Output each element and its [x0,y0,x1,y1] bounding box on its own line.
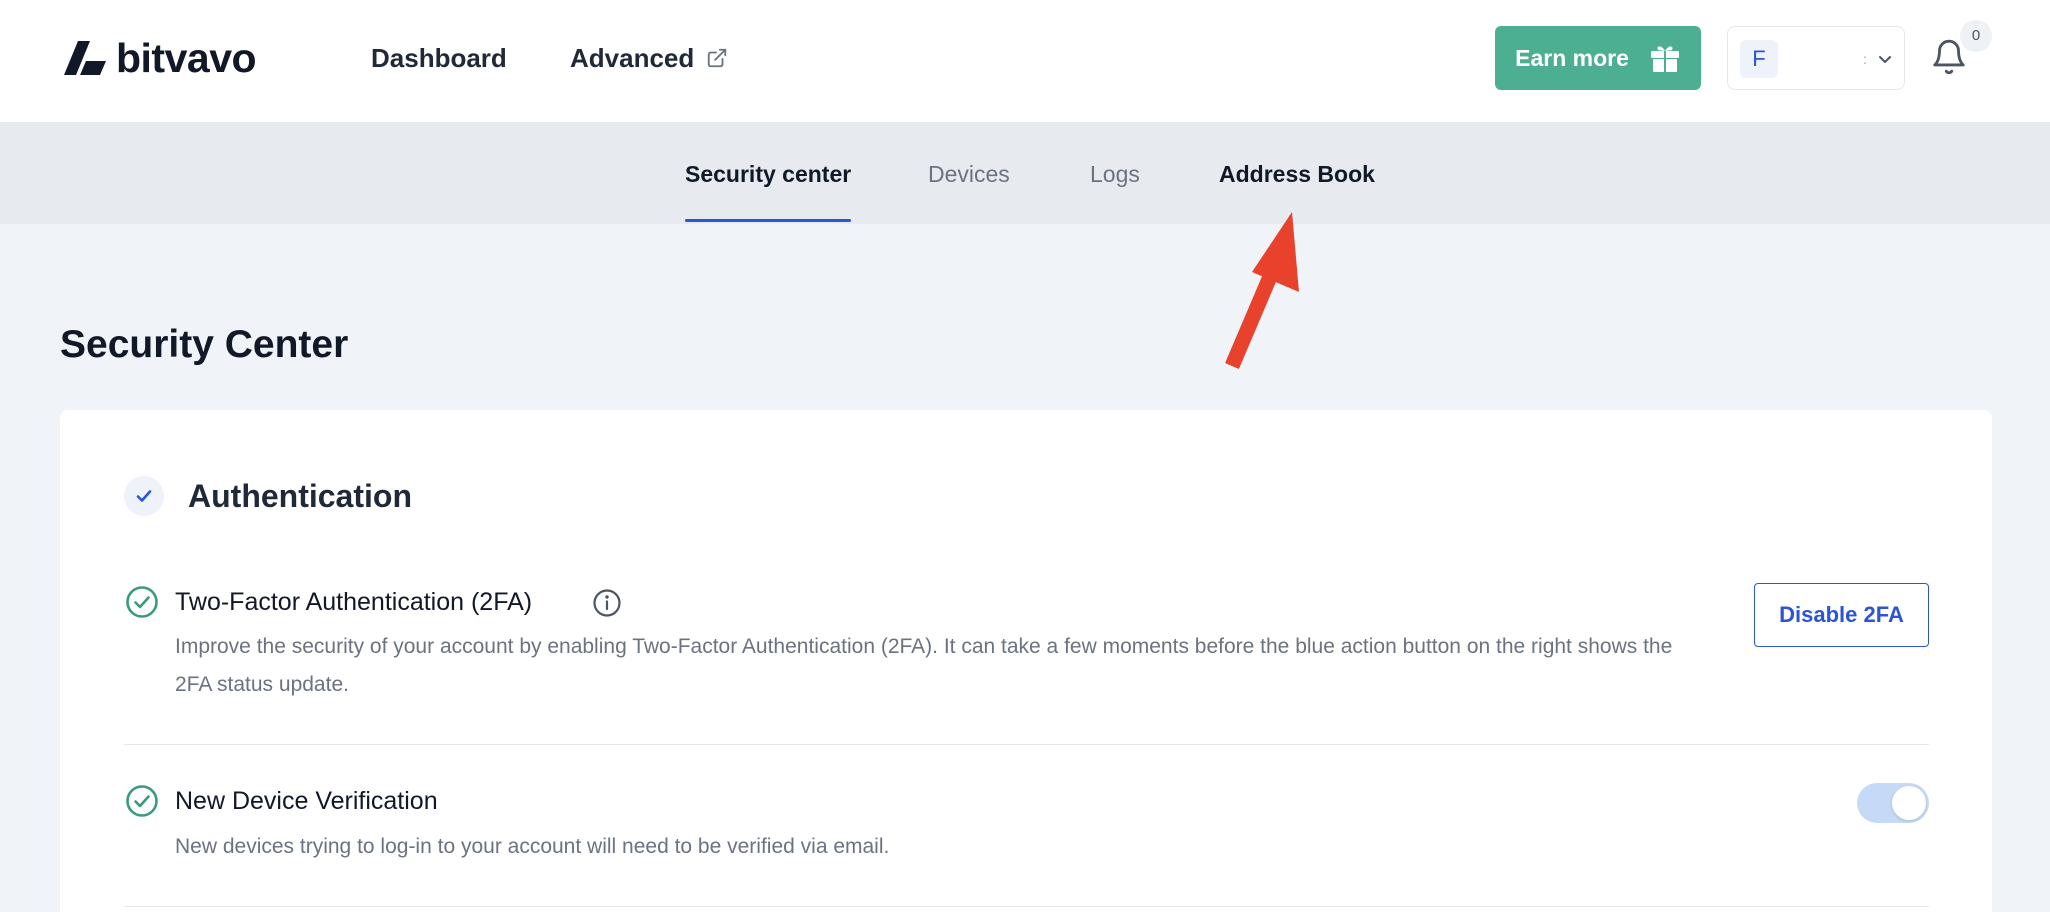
annotation-arrow-icon [1225,212,1299,369]
page-title: Security Center [60,323,349,366]
new-device-verification-toggle[interactable] [1857,783,1929,823]
check-circle-icon [126,586,158,618]
bitvavo-logo[interactable]: bitvavo [62,34,257,81]
section-title: Authentication [188,478,412,514]
check-icon [136,490,152,502]
chevron-down-icon [1879,56,1891,63]
new-device-description: New devices trying to log-in to your acc… [175,835,890,858]
nav-advanced[interactable]: Advanced [570,40,728,76]
tab-security-center[interactable]: Security center [685,159,851,189]
tab-devices[interactable]: Devices [928,159,1010,189]
top-header: bitvavo Dashboard Advanced Earn more F : [0,0,2050,122]
bitvavo-logo-icon [64,41,106,75]
nav-dashboard[interactable]: Dashboard [371,40,507,76]
info-icon[interactable] [592,588,622,618]
nav-advanced-label: Advanced [570,43,695,73]
earn-more-label: Earn more [1515,44,1629,71]
new-device-title: New Device Verification [175,787,438,815]
account-menu[interactable]: F : [1727,26,1905,90]
row-divider [124,744,1929,745]
disable-2fa-button[interactable]: Disable 2FA [1754,583,1929,647]
section-status [124,476,164,516]
two-factor-title: Two-Factor Authentication (2FA) [175,588,533,616]
toggle-knob [1892,786,1926,820]
two-factor-description: Improve the security of your account by … [175,635,1673,696]
external-link-icon [708,48,727,68]
tab-address-book[interactable]: Address Book [1219,159,1375,189]
account-name: : [1863,51,1867,67]
earn-more-button[interactable]: Earn more [1495,26,1701,90]
notification-count-badge: 0 [1960,20,1992,52]
active-tab-indicator [685,219,851,222]
row-divider [124,906,1929,907]
logo-text: bitvavo [116,34,257,81]
security-tabs: Security center Devices Logs Address Boo… [0,122,2050,224]
check-circle-icon [126,785,158,817]
tab-logs[interactable]: Logs [1090,159,1140,189]
avatar: F [1740,40,1778,78]
gift-icon [1650,46,1679,72]
